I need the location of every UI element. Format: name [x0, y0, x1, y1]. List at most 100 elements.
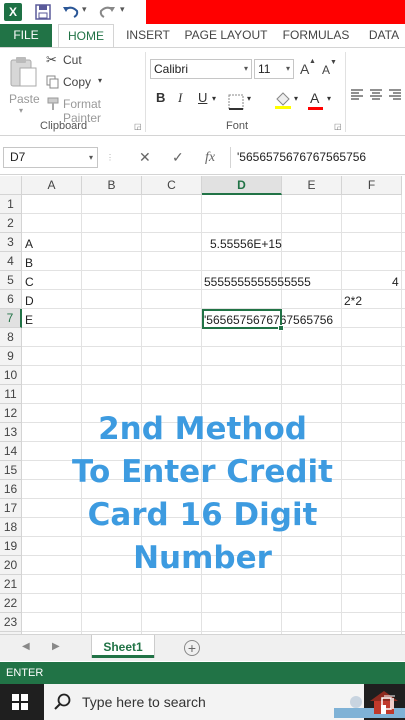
- cut-button[interactable]: ✂ Cut: [46, 52, 116, 70]
- row-header-4[interactable]: 4: [0, 252, 22, 271]
- clipboard-launcher-icon[interactable]: ◲: [134, 122, 142, 131]
- tab-data[interactable]: DATA: [362, 24, 405, 47]
- tab-home[interactable]: HOME: [58, 24, 114, 48]
- align-center-icon[interactable]: [369, 88, 383, 102]
- row-gridline: [22, 365, 405, 366]
- row-header-7[interactable]: 7: [0, 309, 22, 328]
- next-sheet-icon[interactable]: ▶: [52, 641, 60, 652]
- font-color-letter: A: [310, 90, 320, 106]
- task-view-icon[interactable]: [380, 695, 396, 711]
- cell-d3[interactable]: 5.55556E+15: [210, 235, 282, 253]
- cancel-entry-button[interactable]: ✕: [139, 147, 151, 168]
- caption-line-2: To Enter Credit: [72, 454, 333, 490]
- align-right-icon[interactable]: [388, 88, 402, 102]
- row-header-8[interactable]: 8: [0, 328, 22, 347]
- status-bar: ENTER: [0, 662, 405, 684]
- copy-icon: [46, 75, 59, 89]
- font-launcher-icon[interactable]: ◲: [334, 122, 342, 131]
- column-header-b[interactable]: B: [82, 176, 142, 195]
- copy-button[interactable]: Copy ▾: [46, 74, 116, 92]
- format-painter-button[interactable]: Format Painter: [46, 96, 138, 125]
- row-gridline: [22, 270, 405, 271]
- fill-color-icon[interactable]: [273, 90, 293, 110]
- sheet-tab-sheet1[interactable]: Sheet1: [92, 635, 154, 658]
- row-header-6[interactable]: 6: [0, 290, 22, 309]
- search-icon: [54, 693, 71, 710]
- align-left-icon[interactable]: [350, 88, 364, 102]
- font-color-swatch: [308, 107, 323, 110]
- grow-font-arrow-icon: ▲: [309, 58, 316, 65]
- row-header-3[interactable]: 3: [0, 233, 22, 252]
- excel-logo-icon: X: [4, 3, 22, 21]
- tab-file[interactable]: FILE: [0, 24, 52, 47]
- redo-icon[interactable]: [98, 3, 116, 21]
- save-icon[interactable]: [34, 3, 52, 21]
- row-gridline: [22, 384, 405, 385]
- font-color-button[interactable]: A: [308, 90, 324, 110]
- underline-button[interactable]: U: [198, 90, 207, 110]
- undo-icon[interactable]: [62, 3, 80, 21]
- column-header-d[interactable]: D: [202, 176, 282, 195]
- row-header-10[interactable]: 10: [0, 366, 22, 385]
- row-header-5[interactable]: 5: [0, 271, 22, 290]
- column-header-a[interactable]: A: [22, 176, 82, 195]
- prev-sheet-icon[interactable]: ◀: [22, 641, 30, 652]
- row-header-2[interactable]: 2: [0, 214, 22, 233]
- cell-a3[interactable]: A: [25, 235, 33, 253]
- formula-input[interactable]: '5656575676767565756: [230, 147, 405, 168]
- borders-icon[interactable]: [228, 92, 244, 112]
- column-header-f[interactable]: F: [342, 176, 402, 195]
- video-overlay-caption: 2nd Method To Enter Credit Card 16 Digit…: [0, 408, 405, 580]
- row-header-1[interactable]: 1: [0, 195, 22, 214]
- column-header-c[interactable]: C: [142, 176, 202, 195]
- ribbon-separator: [145, 52, 146, 132]
- row-header-23[interactable]: 23: [0, 613, 22, 632]
- font-size-select[interactable]: 11 ▾: [254, 59, 294, 79]
- title-bar: X ▾ ▾: [0, 0, 405, 24]
- grow-font-button[interactable]: A: [300, 61, 309, 77]
- row-gridline: [22, 213, 405, 214]
- italic-button[interactable]: I: [178, 90, 182, 110]
- cell-a4[interactable]: B: [25, 254, 33, 272]
- cell-g5[interactable]: 4: [392, 273, 399, 291]
- tab-formulas[interactable]: FORMULAS: [278, 24, 354, 47]
- font-name-select[interactable]: Calibri ▾: [150, 59, 252, 79]
- row-header-11[interactable]: 11: [0, 385, 22, 404]
- redo-dropdown-icon[interactable]: ▾: [120, 4, 125, 15]
- tab-insert[interactable]: INSERT: [120, 24, 176, 47]
- font-size-value: 11: [258, 62, 271, 76]
- row-gridline: [22, 346, 405, 347]
- name-box[interactable]: D7 ▾: [3, 147, 98, 168]
- font-color-dropdown-icon[interactable]: ▾: [327, 94, 331, 114]
- paste-button[interactable]: Paste ▾: [6, 54, 40, 115]
- clipboard-group-label: Clipboard: [40, 120, 88, 132]
- caption-line-3: Card 16 Digit: [87, 497, 318, 533]
- cell-d5[interactable]: 5555555555555555: [204, 273, 311, 291]
- copy-label: Copy: [63, 75, 92, 89]
- cell-f6[interactable]: 2*2: [344, 292, 362, 310]
- undo-dropdown-icon[interactable]: ▾: [82, 4, 87, 15]
- shrink-font-button[interactable]: A: [322, 63, 330, 77]
- row-header-22[interactable]: 22: [0, 594, 22, 613]
- borders-dropdown-icon[interactable]: ▾: [247, 94, 251, 114]
- fill-handle[interactable]: [278, 325, 284, 331]
- cell-a7[interactable]: E: [25, 311, 33, 329]
- windows-start-icon[interactable]: [12, 694, 28, 710]
- row-gridline: [22, 612, 405, 613]
- bold-button[interactable]: B: [156, 90, 165, 110]
- underline-dropdown-icon[interactable]: ▾: [212, 94, 216, 114]
- tab-page-layout[interactable]: PAGE LAYOUT: [182, 24, 270, 47]
- fill-color-dropdown-icon[interactable]: ▾: [294, 94, 298, 114]
- taskbar-search-box[interactable]: Type here to search: [44, 684, 405, 720]
- confirm-entry-button[interactable]: ✓: [172, 147, 184, 168]
- row-gridline: [22, 232, 405, 233]
- chevron-down-icon: ▾: [285, 64, 290, 73]
- select-all-corner[interactable]: [0, 176, 22, 195]
- cell-a5[interactable]: C: [25, 273, 34, 291]
- insert-function-button[interactable]: fx: [205, 147, 215, 168]
- column-header-e[interactable]: E: [282, 176, 342, 195]
- paste-dropdown-icon: ▾: [19, 106, 24, 115]
- cell-a6[interactable]: D: [25, 292, 34, 310]
- add-sheet-button[interactable]: +: [184, 640, 200, 656]
- row-header-9[interactable]: 9: [0, 347, 22, 366]
